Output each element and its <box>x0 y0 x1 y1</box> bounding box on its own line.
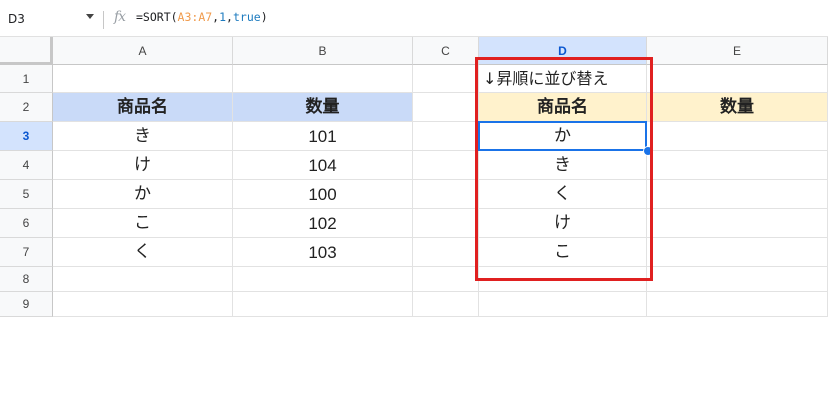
cell-d3[interactable]: か <box>479 122 647 151</box>
formula-comma: , <box>226 10 233 24</box>
cell-c6[interactable] <box>413 209 479 238</box>
row-header-1[interactable]: 1 <box>0 65 53 93</box>
row-header-8[interactable]: 8 <box>0 267 53 292</box>
cell-d9[interactable] <box>479 292 647 317</box>
formula-prefix: =SORT( <box>136 10 178 24</box>
formula-range: A3:A7 <box>177 10 213 24</box>
cell-b6[interactable]: 102 <box>233 209 413 238</box>
cell-c4[interactable] <box>413 151 479 180</box>
cell-e1[interactable] <box>647 65 828 93</box>
cell-c2[interactable] <box>413 93 479 122</box>
cell-e2-header-quantity[interactable]: 数量 <box>647 93 828 122</box>
cell-c7[interactable] <box>413 238 479 267</box>
row-header-6[interactable]: 6 <box>0 209 53 238</box>
row-header-4[interactable]: 4 <box>0 151 53 180</box>
cell-a1[interactable] <box>53 65 233 93</box>
cell-e4[interactable] <box>647 151 828 180</box>
cell-b1[interactable] <box>233 65 413 93</box>
name-box[interactable]: D3 <box>0 6 100 32</box>
row-header-5[interactable]: 5 <box>0 180 53 209</box>
cell-e6[interactable] <box>647 209 828 238</box>
select-all-corner[interactable] <box>0 37 53 65</box>
formula-suffix: ) <box>260 10 268 24</box>
divider <box>103 11 104 29</box>
cell-d6[interactable]: け <box>479 209 647 238</box>
cell-c9[interactable] <box>413 292 479 317</box>
chevron-down-icon[interactable] <box>86 14 94 19</box>
cell-b4[interactable]: 104 <box>233 151 413 180</box>
cell-b7[interactable]: 103 <box>233 238 413 267</box>
fill-handle[interactable] <box>643 146 653 156</box>
cell-d7[interactable]: こ <box>479 238 647 267</box>
formula-col-arg: 1 <box>219 10 227 24</box>
column-header-d[interactable]: D <box>479 37 647 65</box>
cell-e5[interactable] <box>647 180 828 209</box>
cell-d4[interactable]: き <box>479 151 647 180</box>
column-header-a[interactable]: A <box>53 37 233 65</box>
cell-d2-header-product[interactable]: 商品名 <box>479 93 647 122</box>
cell-b2-header-quantity[interactable]: 数量 <box>233 93 413 122</box>
cell-a5[interactable]: か <box>53 180 233 209</box>
cell-c3[interactable] <box>413 122 479 151</box>
column-header-c[interactable]: C <box>413 37 479 65</box>
cell-a4[interactable]: け <box>53 151 233 180</box>
cell-e7[interactable] <box>647 238 828 267</box>
column-header-e[interactable]: E <box>647 37 828 65</box>
cell-a8[interactable] <box>53 267 233 292</box>
row-header-7[interactable]: 7 <box>0 238 53 267</box>
cell-a6[interactable]: こ <box>53 209 233 238</box>
row-header-3[interactable]: 3 <box>0 122 53 151</box>
formula-bool-arg: true <box>232 10 261 24</box>
cell-c1[interactable] <box>413 65 479 93</box>
column-header-b[interactable]: B <box>233 37 413 65</box>
cell-e9[interactable] <box>647 292 828 317</box>
cell-e8[interactable] <box>647 267 828 292</box>
cell-a7[interactable]: く <box>53 238 233 267</box>
cell-c8[interactable] <box>413 267 479 292</box>
cell-b9[interactable] <box>233 292 413 317</box>
formula-input[interactable]: =SORT(A3:A7,1,true) <box>136 10 268 24</box>
row-header-9[interactable]: 9 <box>0 292 53 317</box>
cell-d5[interactable]: く <box>479 180 647 209</box>
cell-e3[interactable] <box>647 122 828 151</box>
cell-b3[interactable]: 101 <box>233 122 413 151</box>
fx-icon: fx <box>114 9 126 25</box>
cell-d1-note[interactable]: ↓昇順に並び替え <box>479 65 647 93</box>
cell-c5[interactable] <box>413 180 479 209</box>
cell-a9[interactable] <box>53 292 233 317</box>
cell-b8[interactable] <box>233 267 413 292</box>
formula-bar: D3 fx =SORT(A3:A7,1,true) <box>0 0 828 37</box>
cell-b5[interactable]: 100 <box>233 180 413 209</box>
cell-a2-header-product[interactable]: 商品名 <box>53 93 233 122</box>
cell-a3[interactable]: き <box>53 122 233 151</box>
cell-d8[interactable] <box>479 267 647 292</box>
row-header-2[interactable]: 2 <box>0 93 53 122</box>
